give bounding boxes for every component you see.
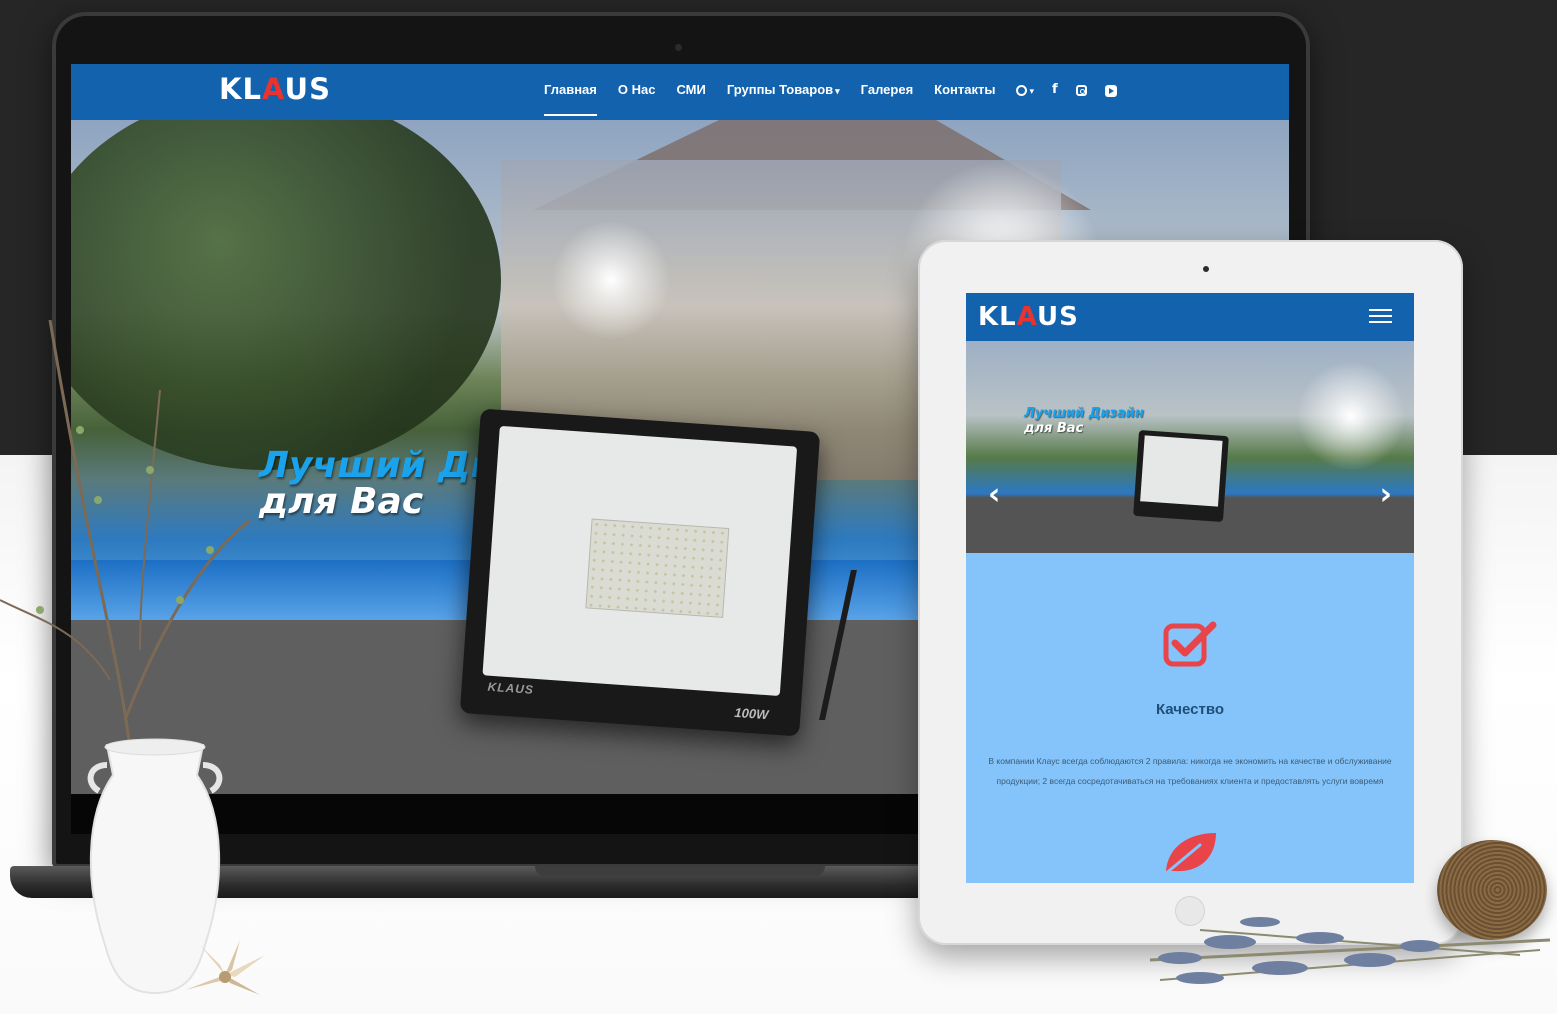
youtube-link[interactable] [1104, 82, 1117, 97]
instagram-icon [1075, 85, 1087, 97]
floodlight-face [482, 425, 798, 697]
features-section: Качество В компании Клаус всегда соблюда… [966, 553, 1414, 883]
light-glow [1296, 361, 1406, 471]
floodlight-face [1140, 435, 1223, 507]
logo-text: US [284, 72, 331, 106]
youtube-icon [1104, 84, 1117, 97]
tablet-screen: KLAUS Лучший Дизайн для Вас ‹ › Качество… [966, 293, 1414, 883]
caret-down-icon: ▾ [1029, 86, 1035, 96]
floodlight-product-image: KLAUS 100W [459, 408, 821, 737]
nav-item-label: Группы Товаров [726, 82, 834, 97]
hero-title: Лучший Дизайн для Вас [1024, 406, 1144, 437]
site-navbar: KLAUS Главная О Нас СМИ Группы Товаров ▾ … [71, 64, 1289, 120]
main-menu: Главная О Нас СМИ Группы Товаров ▾ Галере… [544, 82, 1135, 116]
floodlight-product-image [1133, 429, 1229, 523]
hero-title-line2: для Вас [1024, 420, 1084, 436]
laptop-camera [675, 44, 682, 51]
nav-item-home[interactable]: Главная [544, 82, 597, 116]
slider-next-arrow[interactable]: › [1380, 477, 1392, 512]
nav-item-gallery[interactable]: Галерея [861, 82, 914, 97]
language-selector[interactable]: ▾ [1016, 82, 1034, 97]
instagram-link[interactable] [1075, 82, 1087, 97]
laptop-notch [535, 866, 825, 876]
leaf-icon [1162, 833, 1216, 877]
logo-accent: A [1016, 302, 1038, 332]
site-logo[interactable]: KLAUS [978, 302, 1079, 332]
tablet-camera [1203, 266, 1209, 272]
caret-down-icon: ▾ [835, 86, 840, 96]
floodlight-wattage: 100W [733, 704, 769, 723]
nav-item-product-groups[interactable]: Группы Товаров ▾ [727, 82, 840, 97]
decorative-branch [0, 319, 251, 751]
feature-title: Качество [1155, 701, 1225, 718]
mobile-navbar: KLAUS [966, 293, 1414, 341]
feature-description: В компании Клаус всегда соблюдаются 2 пр… [988, 756, 1392, 786]
globe-icon [1016, 85, 1028, 97]
hero-slider: Лучший Дизайн для Вас ‹ › [966, 341, 1414, 553]
hero-title-line1: Лучший Дизайн [1024, 406, 1144, 421]
slider-prev-arrow[interactable]: ‹ [988, 477, 1000, 512]
nav-item-contacts[interactable]: Контакты [934, 82, 995, 97]
nav-item-about[interactable]: О Нас [618, 82, 656, 97]
logo-text: KL [978, 302, 1017, 332]
nav-item-media[interactable]: СМИ [676, 82, 705, 97]
checkbox-icon [1163, 621, 1217, 667]
decorative-flower [185, 940, 265, 995]
decorative-lavender [1149, 917, 1551, 984]
hamburger-menu-icon[interactable] [1369, 309, 1392, 323]
floodlight-brand: KLAUS [487, 679, 535, 697]
led-chip-array [585, 518, 730, 618]
site-logo[interactable]: KLAUS [219, 72, 331, 106]
logo-text: KL [219, 72, 262, 106]
facebook-icon[interactable]: f [1052, 82, 1058, 97]
logo-accent: A [261, 72, 285, 106]
light-glow [551, 220, 671, 340]
logo-text: US [1037, 302, 1079, 332]
